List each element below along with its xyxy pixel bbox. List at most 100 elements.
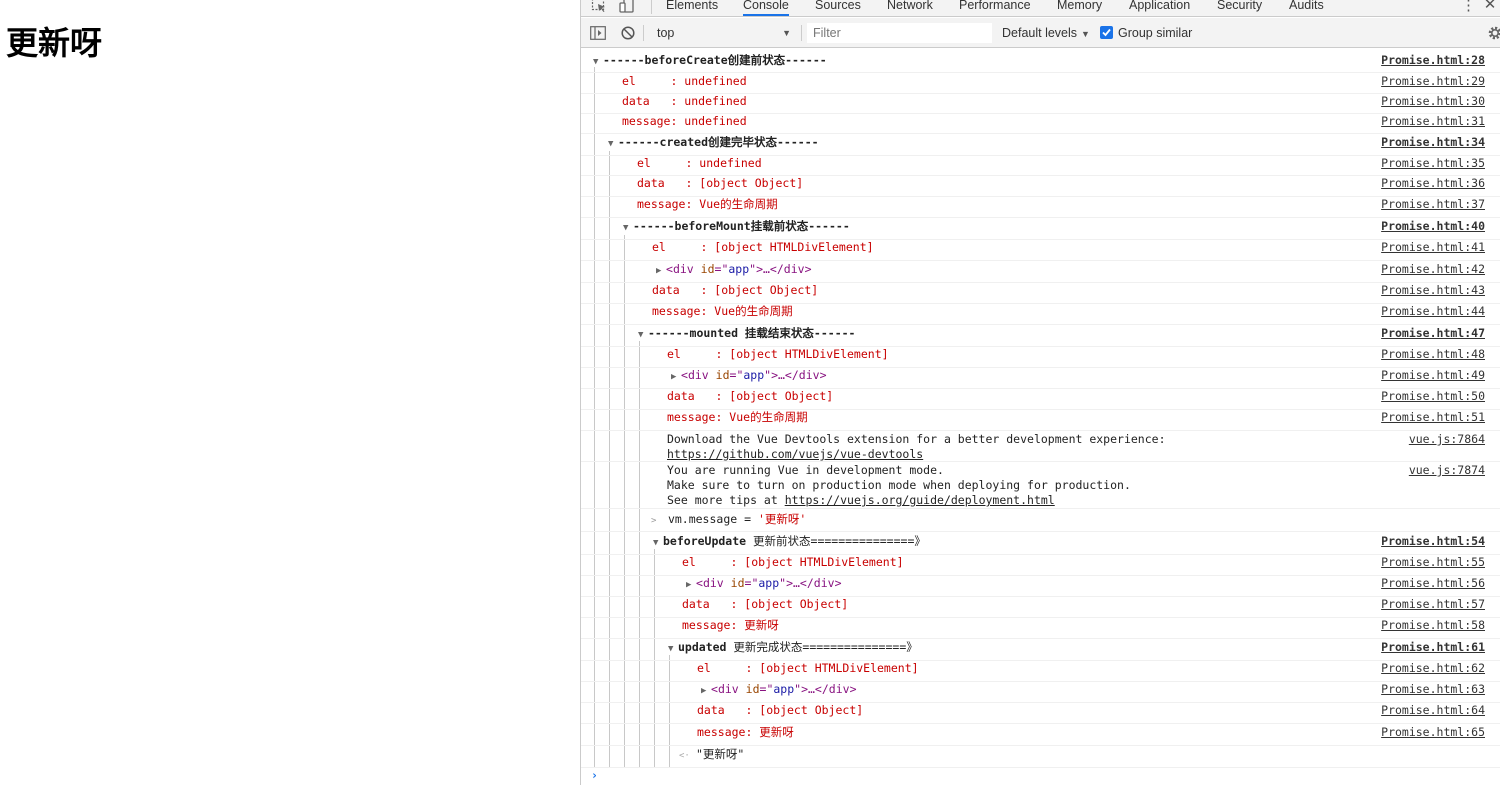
source-link[interactable]: Promise.html:37: [1381, 197, 1485, 212]
filter-input[interactable]: [807, 23, 992, 43]
log-row: el : [object HTMLDivElement] Promise.htm…: [581, 661, 1500, 682]
group-similar-toggle[interactable]: Group similar: [1100, 23, 1192, 43]
collapsed-triangle-icon[interactable]: ▶: [686, 578, 696, 593]
log-row: message: 更新呀 Promise.html:58: [581, 618, 1500, 639]
collapsed-triangle-icon[interactable]: ▶: [656, 264, 666, 279]
source-link[interactable]: Promise.html:58: [1381, 618, 1485, 633]
more-options-icon[interactable]: ⋮: [1461, 0, 1476, 14]
devtools-link[interactable]: https://github.com/vuejs/vue-devtools: [667, 447, 923, 461]
console-log: ▼ ------beforeCreate创建前状态------ Promise.h…: [581, 49, 1500, 785]
source-link[interactable]: Promise.html:50: [1381, 389, 1485, 404]
tab-audits[interactable]: Audits: [1289, 0, 1324, 16]
tab-security[interactable]: Security: [1217, 0, 1262, 16]
expanded-triangle-icon[interactable]: ▼: [593, 55, 603, 70]
source-link[interactable]: Promise.html:31: [1381, 114, 1485, 129]
source-link[interactable]: Promise.html:48: [1381, 347, 1485, 362]
log-row-element[interactable]: ▶ <div id="app">…</div> Promise.html:49: [581, 368, 1500, 389]
console-prompt-icon[interactable]: ›: [591, 768, 598, 782]
log-row-element[interactable]: ▶ <div id="app">…</div> Promise.html:56: [581, 576, 1500, 597]
dropdown-arrow-icon: ▼: [782, 28, 791, 38]
expanded-triangle-icon[interactable]: ▼: [668, 642, 678, 657]
expanded-triangle-icon[interactable]: ▼: [638, 328, 648, 343]
log-row: message: undefined Promise.html:31: [581, 114, 1500, 134]
log-row: el : [object HTMLDivElement] Promise.htm…: [581, 347, 1500, 368]
source-link[interactable]: Promise.html:49: [1381, 368, 1485, 383]
log-row-element[interactable]: ▶ <div id="app">…</div> Promise.html:42: [581, 262, 1500, 283]
source-link[interactable]: Promise.html:56: [1381, 576, 1485, 591]
expanded-triangle-icon[interactable]: ▼: [608, 137, 618, 152]
source-link[interactable]: Promise.html:41: [1381, 240, 1485, 255]
tab-network[interactable]: Network: [887, 0, 933, 16]
log-row: el : undefined Promise.html:35: [581, 156, 1500, 176]
source-link[interactable]: Promise.html:51: [1381, 410, 1485, 425]
log-row: data : [object Object] Promise.html:36: [581, 176, 1500, 197]
close-icon[interactable]: ✕: [1483, 0, 1497, 13]
deployment-guide-link[interactable]: https://vuejs.org/guide/deployment.html: [785, 493, 1055, 507]
source-link[interactable]: Promise.html:44: [1381, 304, 1485, 319]
source-link[interactable]: Promise.html:47: [1381, 326, 1485, 341]
source-link[interactable]: Promise.html:34: [1381, 135, 1485, 150]
tab-application[interactable]: Application: [1129, 0, 1190, 16]
result-arrow-icon: <·: [679, 751, 690, 761]
tab-console[interactable]: Console: [743, 0, 789, 16]
collapsed-triangle-icon[interactable]: ▶: [701, 684, 711, 699]
tab-memory[interactable]: Memory: [1057, 0, 1102, 16]
source-link[interactable]: vue.js:7874: [1409, 463, 1485, 478]
source-link[interactable]: Promise.html:54: [1381, 534, 1485, 549]
log-row-element[interactable]: ▶ <div id="app">…</div> Promise.html:63: [581, 682, 1500, 703]
log-row: data : [object Object] Promise.html:50: [581, 389, 1500, 410]
expanded-triangle-icon[interactable]: ▼: [653, 536, 663, 551]
tab-sources[interactable]: Sources: [815, 0, 861, 16]
log-row-group[interactable]: ▼ ------created创建完毕状态------ Promise.html:…: [581, 135, 1500, 156]
source-link[interactable]: Promise.html:30: [1381, 94, 1485, 109]
log-row-group[interactable]: ▼ beforeUpdate 更新前状态===============》 Prom…: [581, 534, 1500, 555]
devtools-tabbar: Elements Console Sources Network Perform…: [581, 0, 1500, 17]
source-link[interactable]: Promise.html:42: [1381, 262, 1485, 277]
clear-console-icon[interactable]: [621, 26, 635, 40]
input-prompt-icon: >: [651, 516, 657, 526]
log-row-group[interactable]: ▼ updated 更新完成状态===============》 Promise.…: [581, 640, 1500, 661]
inspect-element-icon[interactable]: [591, 0, 607, 13]
log-row-message: You are running Vue in development mode.…: [581, 463, 1500, 509]
source-link[interactable]: Promise.html:40: [1381, 219, 1485, 234]
log-row-message: Download the Vue Devtools extension for …: [581, 432, 1500, 462]
gear-icon[interactable]: [1487, 25, 1500, 41]
tab-performance[interactable]: Performance: [959, 0, 1031, 16]
group-similar-label: Group similar: [1118, 26, 1193, 40]
log-row: message: Vue的生命周期 Promise.html:44: [581, 304, 1500, 325]
device-toolbar-icon[interactable]: [619, 0, 635, 13]
devtools-panel: Elements Console Sources Network Perform…: [580, 0, 1500, 785]
source-link[interactable]: Promise.html:61: [1381, 640, 1485, 655]
source-link[interactable]: Promise.html:55: [1381, 555, 1485, 570]
source-link[interactable]: Promise.html:29: [1381, 74, 1485, 89]
log-row: el : [object HTMLDivElement] Promise.htm…: [581, 240, 1500, 261]
source-link[interactable]: Promise.html:62: [1381, 661, 1485, 676]
log-row: el : [object HTMLDivElement] Promise.htm…: [581, 555, 1500, 576]
source-link[interactable]: Promise.html:36: [1381, 176, 1485, 191]
sidebar-toggle-icon[interactable]: [590, 26, 606, 40]
source-link[interactable]: Promise.html:57: [1381, 597, 1485, 612]
context-select[interactable]: top ▼: [649, 23, 797, 43]
source-link[interactable]: Promise.html:28: [1381, 53, 1485, 68]
log-row-group[interactable]: ▼ ------mounted 挂载结束状态------ Promise.html…: [581, 326, 1500, 347]
toolbar-divider: [643, 25, 644, 41]
source-link[interactable]: Promise.html:43: [1381, 283, 1485, 298]
source-link[interactable]: vue.js:7864: [1409, 432, 1485, 447]
checkbox-checked-icon[interactable]: [1100, 26, 1113, 39]
log-row: el : undefined Promise.html:29: [581, 74, 1500, 94]
collapsed-triangle-icon[interactable]: ▶: [671, 370, 681, 385]
source-link[interactable]: Promise.html:63: [1381, 682, 1485, 697]
source-link[interactable]: Promise.html:64: [1381, 703, 1485, 718]
log-row-group[interactable]: ▼ ------beforeMount挂载前状态------ Promise.ht…: [581, 219, 1500, 240]
expanded-triangle-icon[interactable]: ▼: [623, 221, 633, 236]
page-heading: 更新呀: [6, 24, 103, 62]
source-link[interactable]: Promise.html:35: [1381, 156, 1485, 171]
source-link[interactable]: Promise.html:65: [1381, 725, 1485, 740]
log-row-input: > vm.message = '更新呀': [581, 512, 1500, 532]
levels-select[interactable]: Default levels ▼: [1002, 23, 1090, 43]
log-row: message: 更新呀 Promise.html:65: [581, 725, 1500, 746]
toolbar-divider: [801, 25, 802, 41]
log-row: data : [object Object] Promise.html:43: [581, 283, 1500, 304]
tab-elements[interactable]: Elements: [666, 0, 718, 16]
log-row-group[interactable]: ▼ ------beforeCreate创建前状态------ Promise.h…: [581, 53, 1500, 73]
